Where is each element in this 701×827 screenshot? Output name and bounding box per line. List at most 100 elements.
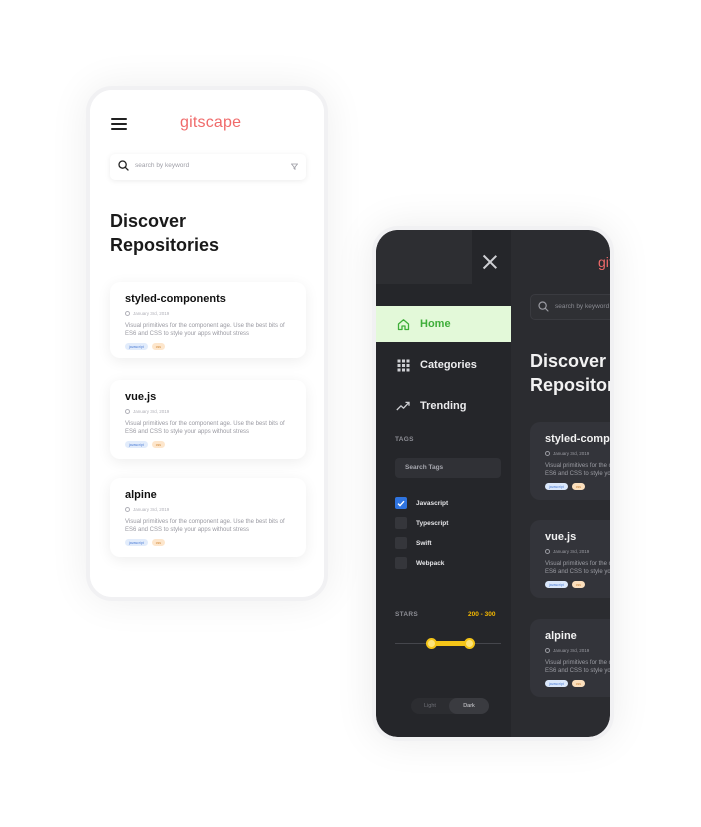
search-bar[interactable]: search by keyword (530, 294, 610, 320)
tag-css[interactable]: css (151, 539, 166, 546)
clock-icon (545, 451, 550, 456)
repo-date: January 3rd, 2019 (545, 451, 589, 456)
tag-javascript[interactable]: javascript (125, 539, 148, 546)
checkbox[interactable] (395, 557, 407, 569)
nav-label-categories: Categories (420, 359, 477, 371)
repo-date: January 3rd, 2019 (125, 507, 169, 512)
page-title-line2: Repositories (110, 235, 220, 255)
repo-description: Visual primitives for the component age.… (125, 323, 285, 337)
clock-icon (125, 409, 130, 414)
search-input[interactable]: search by keyword (555, 303, 609, 310)
app-logo: gitscape (180, 114, 241, 132)
stars-range-value: 200 - 300 (468, 611, 496, 618)
repo-name: vue.js (545, 531, 577, 543)
repo-tags: javascript css (545, 581, 586, 588)
logo-prefix: git (598, 254, 610, 270)
repo-date-text: January 3rd, 2019 (553, 451, 590, 456)
dark-app-screen: gitscape search by keyword Discover Repo… (376, 230, 610, 737)
close-icon[interactable] (482, 254, 498, 270)
tag-css[interactable]: css (151, 441, 166, 448)
tag-javascript[interactable]: javascript (545, 581, 568, 588)
repo-card[interactable]: vue.js January 3rd, 2019 Visual primitiv… (110, 380, 306, 459)
tag-javascript[interactable]: javascript (545, 483, 568, 490)
repo-card[interactable]: styled-components January 3rd, 2019 Visu… (110, 282, 306, 358)
tag-css[interactable]: css (571, 483, 586, 490)
theme-option-light[interactable]: Light (411, 698, 449, 714)
repo-name: styled-components (545, 433, 610, 445)
repo-tags: javascript css (125, 539, 166, 546)
tag-option-label: Webpack (416, 559, 445, 567)
filter-icon[interactable] (291, 163, 298, 170)
repo-date-text: January 3rd, 2019 (553, 648, 590, 653)
repo-description: Visual primitives for the component age.… (545, 561, 610, 575)
repo-date-text: January 3rd, 2019 (133, 409, 170, 414)
clock-icon (545, 549, 550, 554)
stars-heading: STARS (395, 611, 419, 618)
repo-name: alpine (545, 630, 577, 642)
logo-prefix: git (180, 114, 198, 131)
repo-description: Visual primitives for the component age.… (545, 463, 610, 477)
slider-thumb-min[interactable] (426, 638, 437, 649)
tags-heading: TAGS (395, 436, 414, 443)
tag-javascript[interactable]: javascript (545, 680, 568, 687)
repo-date-text: January 3rd, 2019 (133, 311, 170, 316)
tag-javascript[interactable]: javascript (125, 441, 148, 448)
search-bar[interactable]: search by keyword (110, 154, 306, 180)
repo-date: January 3rd, 2019 (125, 311, 169, 316)
page-title-line1: Discover (110, 211, 187, 231)
tag-option-label: Javascript (416, 499, 449, 507)
search-icon (118, 160, 129, 171)
search-icon (538, 301, 549, 312)
theme-toggle[interactable]: Light Dark (411, 698, 489, 714)
checkbox[interactable] (395, 517, 407, 529)
repo-card[interactable]: alpine January 3rd, 2019 Visual primitiv… (110, 478, 306, 557)
tag-option-typescript[interactable]: Typescript (395, 517, 448, 529)
trending-icon (396, 399, 410, 413)
checkbox-checked[interactable] (395, 497, 407, 509)
checkmark-icon (397, 500, 405, 507)
tag-option-label: Swift (416, 539, 432, 547)
tag-css[interactable]: css (151, 343, 166, 350)
search-input[interactable]: search by keyword (135, 162, 189, 169)
home-icon (396, 317, 410, 331)
nav-drawer: Home Categories Trending TAGS Search Tag… (376, 230, 511, 737)
menu-icon[interactable] (111, 118, 127, 130)
logo-suffix: scape (197, 114, 242, 131)
tag-option-webpack[interactable]: Webpack (395, 557, 444, 569)
repo-tags: javascript css (545, 680, 586, 687)
tag-css[interactable]: css (571, 680, 586, 687)
tag-option-javascript[interactable]: Javascript (395, 497, 448, 509)
repo-tags: javascript css (545, 483, 586, 490)
dark-phone-mockup: gitscape search by keyword Discover Repo… (372, 226, 614, 741)
nav-item-home[interactable]: Home (376, 306, 511, 342)
repo-name: styled-components (125, 293, 226, 305)
repo-date: January 3rd, 2019 (545, 549, 589, 554)
repo-name: vue.js (125, 391, 157, 403)
theme-option-dark[interactable]: Dark (449, 698, 489, 714)
tag-css[interactable]: css (571, 581, 586, 588)
clock-icon (125, 311, 130, 316)
repo-tags: javascript css (125, 441, 166, 448)
repo-date-text: January 3rd, 2019 (133, 507, 170, 512)
repo-date: January 3rd, 2019 (545, 648, 589, 653)
checkbox[interactable] (395, 537, 407, 549)
repo-description: Visual primitives for the component age.… (125, 519, 285, 533)
repo-date-text: January 3rd, 2019 (553, 549, 590, 554)
repo-name: alpine (125, 489, 157, 501)
repo-description: Visual primitives for the component age.… (545, 660, 610, 674)
repo-description: Visual primitives for the component age.… (125, 421, 285, 435)
tag-javascript[interactable]: javascript (125, 343, 148, 350)
page-title-line2: Repositories (530, 375, 610, 395)
repo-card[interactable]: alpine January 3rd, 2019 Visual primitiv… (530, 619, 610, 697)
light-phone-mockup: gitscape search by keyword Discover Repo… (86, 86, 328, 601)
repo-card[interactable]: styled-components January 3rd, 2019 Visu… (530, 422, 610, 500)
slider-thumb-max[interactable] (464, 638, 475, 649)
app-logo: gitscape (598, 254, 610, 270)
tag-option-swift[interactable]: Swift (395, 537, 432, 549)
repo-card[interactable]: vue.js January 3rd, 2019 Visual primitiv… (530, 520, 610, 598)
nav-item-categories[interactable]: Categories (376, 347, 511, 383)
grid-icon (396, 358, 410, 372)
tag-option-label: Typescript (416, 519, 449, 527)
tag-search-input[interactable]: Search Tags (395, 458, 501, 478)
nav-item-trending[interactable]: Trending (376, 388, 511, 424)
